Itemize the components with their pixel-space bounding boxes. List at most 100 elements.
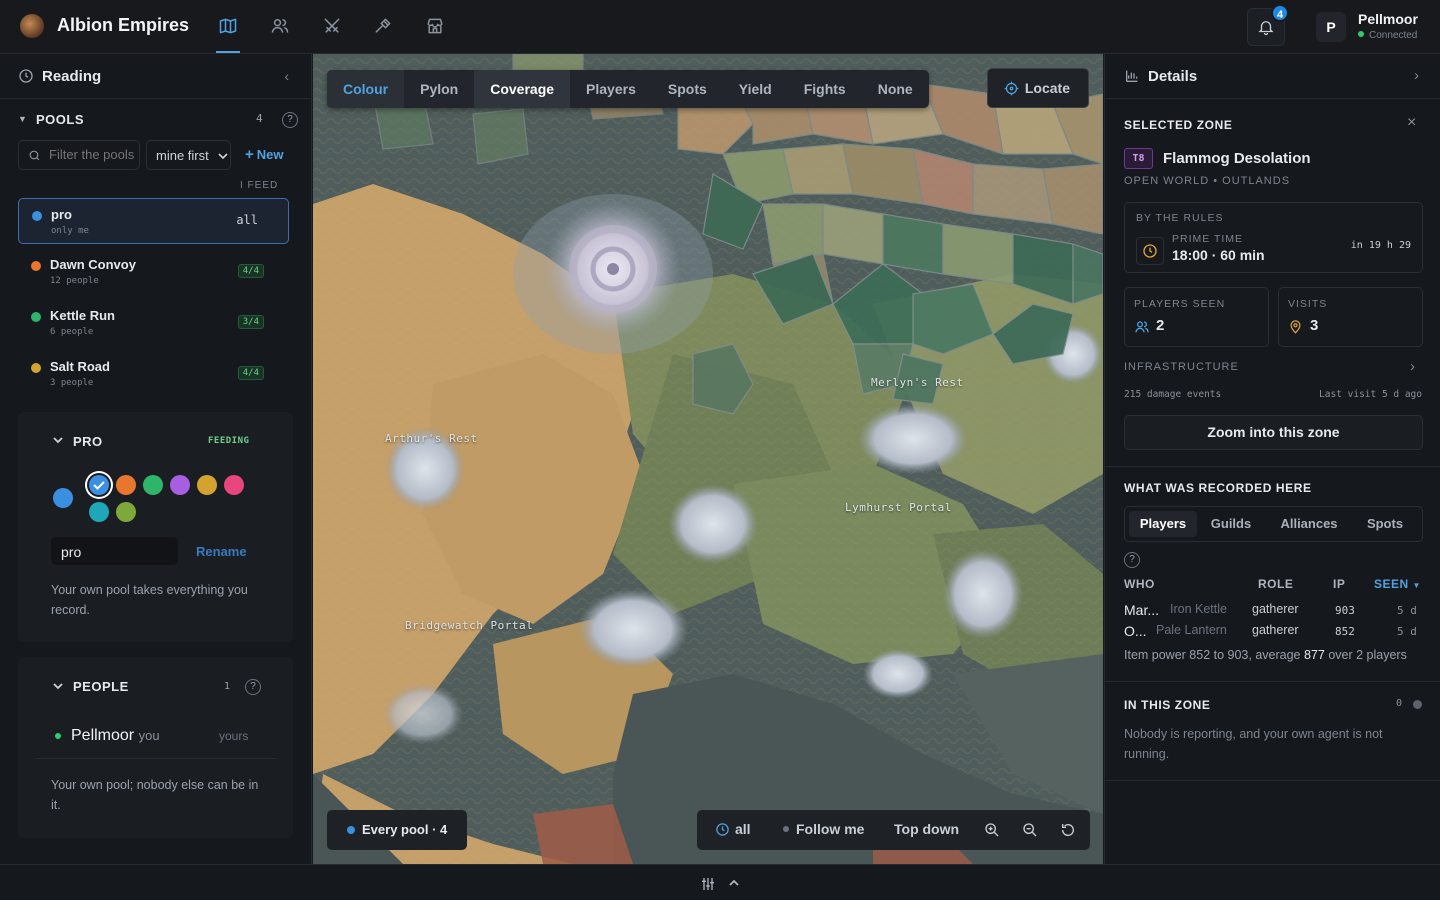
player-name: O... bbox=[1124, 623, 1147, 639]
reading-panel-title: Reading bbox=[42, 68, 102, 85]
people-icon[interactable] bbox=[270, 16, 292, 38]
locate-button[interactable]: Locate bbox=[986, 68, 1089, 108]
hammer-icon[interactable] bbox=[373, 16, 395, 38]
zoom-out-icon[interactable] bbox=[1022, 822, 1038, 838]
color-swatch[interactable] bbox=[89, 502, 109, 522]
mode-yield[interactable]: Yield bbox=[723, 70, 788, 108]
feed-column-header: I FEED bbox=[240, 180, 279, 191]
mode-players[interactable]: Players bbox=[570, 70, 652, 108]
prime-time-countdown: in 19 h 29 bbox=[1350, 240, 1411, 251]
player-seen: 5 d bbox=[1397, 604, 1417, 617]
mode-coverage[interactable]: Coverage bbox=[474, 70, 571, 108]
in-zone-count: 0 bbox=[1396, 698, 1403, 709]
mode-pylon[interactable]: Pylon bbox=[404, 70, 474, 108]
color-swatch[interactable] bbox=[197, 475, 217, 495]
app-logo bbox=[20, 14, 44, 38]
map-label-arthurs-rest: Arthur's Rest bbox=[385, 432, 478, 445]
recorded-tabs: Players Guilds Alliances Spots bbox=[1124, 506, 1423, 542]
user-avatar[interactable]: P bbox=[1316, 12, 1346, 42]
sort-desc-icon: ▼ bbox=[1412, 581, 1421, 590]
pools-sort-value: mine first bbox=[156, 148, 209, 163]
close-icon[interactable]: × bbox=[1407, 114, 1416, 132]
mode-fights[interactable]: Fights bbox=[788, 70, 862, 108]
pools-count: 4 bbox=[256, 112, 263, 125]
col-ip[interactable]: IP bbox=[1333, 577, 1345, 591]
pool-name-input[interactable]: pro bbox=[51, 537, 178, 565]
pool-members: 6 people bbox=[50, 327, 94, 337]
sliders-icon[interactable] bbox=[700, 876, 716, 892]
summary-suffix: over 2 players bbox=[1324, 648, 1407, 662]
col-seen[interactable]: SEEN ▼ bbox=[1374, 577, 1421, 591]
follow-me-toggle[interactable]: Follow me bbox=[783, 821, 864, 837]
col-who[interactable]: WHO bbox=[1124, 577, 1155, 591]
tab-spots[interactable]: Spots bbox=[1353, 511, 1417, 537]
pools-header: POOLS bbox=[36, 112, 85, 127]
tab-players[interactable]: Players bbox=[1129, 511, 1197, 537]
divider bbox=[36, 758, 276, 759]
person-name: Pellmoor bbox=[71, 727, 135, 744]
pools-filter-field[interactable] bbox=[49, 147, 135, 162]
visits-label: VISITS bbox=[1288, 298, 1328, 310]
people-icon bbox=[1135, 321, 1149, 333]
map-icon[interactable] bbox=[218, 16, 240, 38]
pools-filter-input[interactable] bbox=[18, 140, 140, 170]
people-note: Your own pool; nobody else can be in it. bbox=[51, 778, 259, 812]
rules-box: BY THE RULES PRIME TIME 18:00 · 60 min i… bbox=[1124, 202, 1423, 273]
zoom-into-zone-button[interactable]: Zoom into this zone bbox=[1124, 415, 1423, 450]
pools-expand-icon[interactable]: ▼ bbox=[18, 114, 27, 124]
pool-members: only me bbox=[51, 226, 89, 236]
map-label-lymhurst-portal: Lymhurst Portal bbox=[845, 501, 952, 514]
crossed-swords-icon[interactable] bbox=[322, 16, 344, 38]
col-role[interactable]: ROLE bbox=[1258, 577, 1293, 591]
store-icon[interactable] bbox=[425, 16, 447, 38]
color-swatch[interactable] bbox=[89, 475, 109, 495]
people-card: PEOPLE 1 ? Pellmoor you yours Your own p… bbox=[18, 657, 293, 838]
pool-item[interactable]: Salt Road 3 people 4/4 bbox=[18, 351, 289, 397]
pool-filter-label: Every pool · 4 bbox=[362, 822, 448, 837]
in-zone-status-dot bbox=[1413, 700, 1422, 709]
new-pool-button[interactable]: + New bbox=[245, 146, 284, 163]
rename-button[interactable]: Rename bbox=[196, 544, 247, 559]
pool-filter-button[interactable]: Every pool · 4 bbox=[327, 810, 468, 850]
map-terrain bbox=[313, 54, 1103, 864]
recorded-help-icon[interactable]: ? bbox=[1124, 552, 1140, 568]
pool-item[interactable]: Kettle Run 6 people 3/4 bbox=[18, 300, 289, 346]
divider bbox=[1105, 780, 1440, 781]
expand-panel-icon[interactable]: › bbox=[1414, 67, 1419, 84]
mode-none[interactable]: None bbox=[862, 70, 929, 108]
col-seen-label: SEEN bbox=[1374, 577, 1409, 591]
pool-item[interactable]: Dawn Convoy 12 people 4/4 bbox=[18, 249, 289, 295]
in-zone-text: Nobody is reporting, and your own agent … bbox=[1124, 727, 1383, 761]
mode-colour[interactable]: Colour bbox=[327, 70, 405, 108]
rules-label: BY THE RULES bbox=[1136, 212, 1224, 224]
app-title: Albion Empires bbox=[57, 15, 190, 35]
chevron-up-icon[interactable] bbox=[728, 878, 740, 888]
tab-guilds[interactable]: Guilds bbox=[1201, 511, 1261, 537]
color-swatch[interactable] bbox=[116, 502, 136, 522]
last-visit: Last visit 5 d ago bbox=[1319, 389, 1422, 400]
top-down-button[interactable]: Top down bbox=[894, 821, 959, 837]
notification-count-badge: 4 bbox=[1271, 4, 1289, 22]
pools-help-icon[interactable]: ? bbox=[282, 112, 298, 128]
collapse-chevron-icon[interactable] bbox=[53, 436, 63, 444]
zoom-in-icon[interactable] bbox=[984, 822, 1000, 838]
color-swatch[interactable] bbox=[224, 475, 244, 495]
color-swatch[interactable] bbox=[116, 475, 136, 495]
time-filter-button[interactable]: all bbox=[715, 821, 751, 837]
world-map[interactable]: Merlyn's Rest Arthur's Rest Lymhurst Por… bbox=[313, 54, 1103, 864]
pool-item[interactable]: pro only me all bbox=[18, 198, 289, 244]
tab-alliances[interactable]: Alliances bbox=[1269, 511, 1349, 537]
reset-view-icon[interactable] bbox=[1060, 822, 1076, 838]
toggle-dot bbox=[783, 826, 789, 832]
mode-spots[interactable]: Spots bbox=[652, 70, 723, 108]
color-swatch[interactable] bbox=[170, 475, 190, 495]
map-pin-icon bbox=[1290, 320, 1301, 334]
reading-panel: Reading ‹ ▼ POOLS 4 ? mine first +New I … bbox=[0, 54, 312, 864]
player-name: Mar... bbox=[1124, 602, 1160, 618]
infrastructure-expand-icon[interactable]: › bbox=[1410, 358, 1415, 375]
pools-sort-select[interactable]: mine first bbox=[146, 140, 231, 170]
collapse-panel-icon[interactable]: ‹ bbox=[284, 68, 289, 84]
collapse-chevron-icon[interactable] bbox=[53, 682, 63, 690]
people-help-icon[interactable]: ? bbox=[245, 679, 261, 695]
color-swatch[interactable] bbox=[143, 475, 163, 495]
